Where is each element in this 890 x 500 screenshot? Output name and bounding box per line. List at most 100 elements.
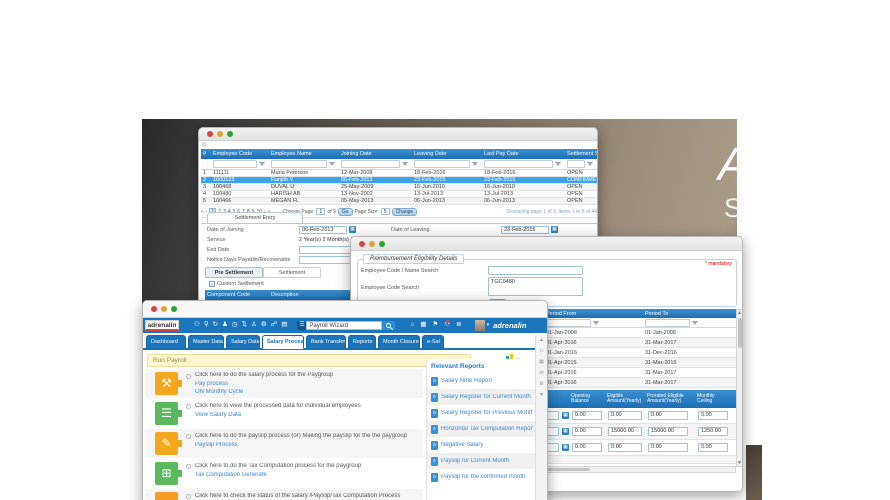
zoom-icon[interactable] <box>379 240 385 247</box>
zoom-icon[interactable] <box>227 131 233 137</box>
tab-dashboard[interactable]: Dashboard <box>146 335 186 349</box>
window-controls[interactable] <box>359 240 385 247</box>
search-button[interactable] <box>382 321 396 330</box>
calendar-icon[interactable]: ▦ <box>562 444 569 451</box>
filter-icon[interactable] <box>587 162 593 166</box>
filter-icon[interactable] <box>593 320 599 325</box>
prorated-input[interactable]: 0.00 <box>648 443 688 452</box>
link-icon[interactable]: ☍ <box>271 322 278 329</box>
chart-menu-icon[interactable]: ≣ <box>456 322 461 329</box>
item-link[interactable]: Payslip Process <box>195 442 238 448</box>
emp-code-textarea[interactable]: TGC0480 <box>488 277 583 296</box>
col-lastpay[interactable]: Last Pay Date <box>482 150 565 158</box>
close-icon[interactable] <box>207 131 213 137</box>
ceiling-input[interactable]: 0.00 <box>698 411 728 420</box>
scroll-up-icon[interactable]: ▲ <box>737 310 742 316</box>
scroll-down-icon[interactable]: ▼ <box>536 390 547 401</box>
time-icon[interactable]: ◷ <box>232 322 238 329</box>
person-icon[interactable]: ♙ <box>251 322 257 329</box>
people-shortcut-icon[interactable]: ⚇ <box>536 346 547 357</box>
minimize-icon[interactable] <box>161 306 167 312</box>
vertical-scrollbar[interactable]: ▲ ▼ <box>736 309 742 467</box>
adrenalin-logo[interactable]: adrenalin <box>145 320 179 331</box>
refresh-icon[interactable]: ↻ <box>213 322 218 329</box>
filter-input[interactable] <box>213 160 257 168</box>
filter-icon[interactable] <box>692 320 698 325</box>
filter-input[interactable] <box>484 160 553 168</box>
eligible-input[interactable]: 0.00 <box>608 411 642 420</box>
employee-row[interactable]: 3 100468 DUVAL U 25-May-2009 16-Jun-2010… <box>201 184 597 191</box>
report-link[interactable]: ≡ Salary Note Report <box>427 373 537 389</box>
filter-icon[interactable] <box>402 162 408 166</box>
wizard-item[interactable]: ⚒ Click here to do the salary process fo… <box>145 369 423 398</box>
item-radio[interactable] <box>186 374 191 379</box>
filter-icon[interactable] <box>472 162 478 166</box>
col-name[interactable]: Employee Name <box>269 150 339 158</box>
window-controls[interactable] <box>151 306 177 312</box>
tab-pre-settlement[interactable]: Pre Settlement <box>205 267 263 278</box>
col-status[interactable]: Settlement Status <box>565 150 597 158</box>
page-input[interactable]: 1 <box>316 208 326 215</box>
opening-input[interactable]: 0.00 <box>572 411 602 420</box>
scroll-up-icon[interactable]: ▲ <box>536 335 547 346</box>
prorated-input[interactable]: 0.00 <box>648 411 688 420</box>
close-icon[interactable] <box>359 240 365 247</box>
home-icon[interactable]: ⌂ <box>410 322 414 329</box>
ceiling-input[interactable]: 0.00 <box>698 443 728 452</box>
settings-shortcut-icon[interactable]: ⚙ <box>536 379 547 390</box>
calendar-icon[interactable]: ▦ <box>551 226 558 233</box>
col-joining[interactable]: Joining Date <box>339 150 412 158</box>
tab-reports[interactable]: Reports <box>348 335 376 349</box>
filter-input[interactable] <box>645 318 690 327</box>
mail-shortcut-icon[interactable]: ✉ <box>536 368 547 379</box>
tab-settlement[interactable]: Settlement <box>263 267 321 278</box>
col-code[interactable]: Employee Code <box>211 150 269 158</box>
custom-settlement-checkbox[interactable]: ✓ <box>209 281 215 288</box>
item-radio[interactable] <box>186 464 191 469</box>
item-radio[interactable] <box>186 404 191 409</box>
report-icon[interactable]: ▤ <box>281 322 287 329</box>
grid-export-icon[interactable]: ⊡ <box>202 142 206 148</box>
item-link[interactable]: View Salary Data <box>195 412 241 418</box>
go-page-button[interactable]: Go <box>337 207 353 216</box>
employee-row-selected[interactable]: 2 1000123 Ranjith V 06-Feb-2013 23-Feb-2… <box>201 177 597 184</box>
ceiling-input[interactable]: 1250.00 <box>698 427 728 436</box>
item-link[interactable]: ON Monthly Cycle <box>195 389 243 395</box>
reimbursement-titlebar[interactable] <box>351 237 742 251</box>
calendar-icon[interactable]: ▦ <box>562 428 569 435</box>
employee-row[interactable]: 5 100466 MEGAN FL 05-May-2013 06-Jun-201… <box>201 198 597 205</box>
report-link[interactable]: ≡ Horizontal Tax Computation Report <box>427 421 537 437</box>
minimize-icon[interactable] <box>217 131 223 137</box>
employee-icon[interactable]: ♟ <box>222 322 228 329</box>
settlement-titlebar[interactable] <box>199 128 597 141</box>
col-leaving[interactable]: Leaving Date <box>412 150 482 158</box>
settlement-entry-tab[interactable]: Settlement Entry <box>207 212 303 223</box>
tab-master-data[interactable]: Master Data <box>188 335 224 349</box>
employee-row[interactable]: 1 111111 Maria Peterson 12-Mar-2008 18-F… <box>201 170 597 177</box>
tab-esal[interactable]: e-Sal <box>422 335 444 349</box>
wizard-item[interactable]: ☰ Click here to view the processed data … <box>145 399 423 428</box>
zoom-icon[interactable] <box>171 306 177 312</box>
filter-input[interactable] <box>567 160 585 168</box>
report-link[interactable]: ≡ Payslip for the confirmed month <box>427 469 537 485</box>
apps-shortcut-icon[interactable]: ▦ <box>536 357 547 368</box>
report-link[interactable]: ≡ Negative Salary <box>427 437 537 453</box>
chevron-down-icon[interactable]: ▾ <box>487 323 490 328</box>
filter-icon[interactable] <box>329 162 335 166</box>
window-controls[interactable] <box>207 131 233 137</box>
pager-first-icon[interactable]: « <box>201 209 204 215</box>
opening-input[interactable]: 0.00 <box>572 427 602 436</box>
transfer-icon[interactable]: ⇅ <box>242 322 247 329</box>
filter-input[interactable] <box>414 160 470 168</box>
tab-salary-data[interactable]: Salary Data <box>226 335 260 349</box>
search-people-icon[interactable]: ⚲ <box>204 322 209 329</box>
tab-salary-process[interactable]: Salary Process <box>262 335 304 349</box>
eligible-input[interactable]: 0.00 <box>608 443 642 452</box>
filter-input[interactable] <box>546 318 591 327</box>
settings-icon[interactable]: ⚙ <box>261 322 267 329</box>
change-size-button[interactable]: Change <box>391 207 418 216</box>
leaving-value[interactable]: 23-Feb-2015 <box>501 226 549 234</box>
filter-icon[interactable] <box>555 162 561 166</box>
filter-icon[interactable] <box>259 162 265 166</box>
stats-icon[interactable]: ⚇ <box>444 322 450 329</box>
